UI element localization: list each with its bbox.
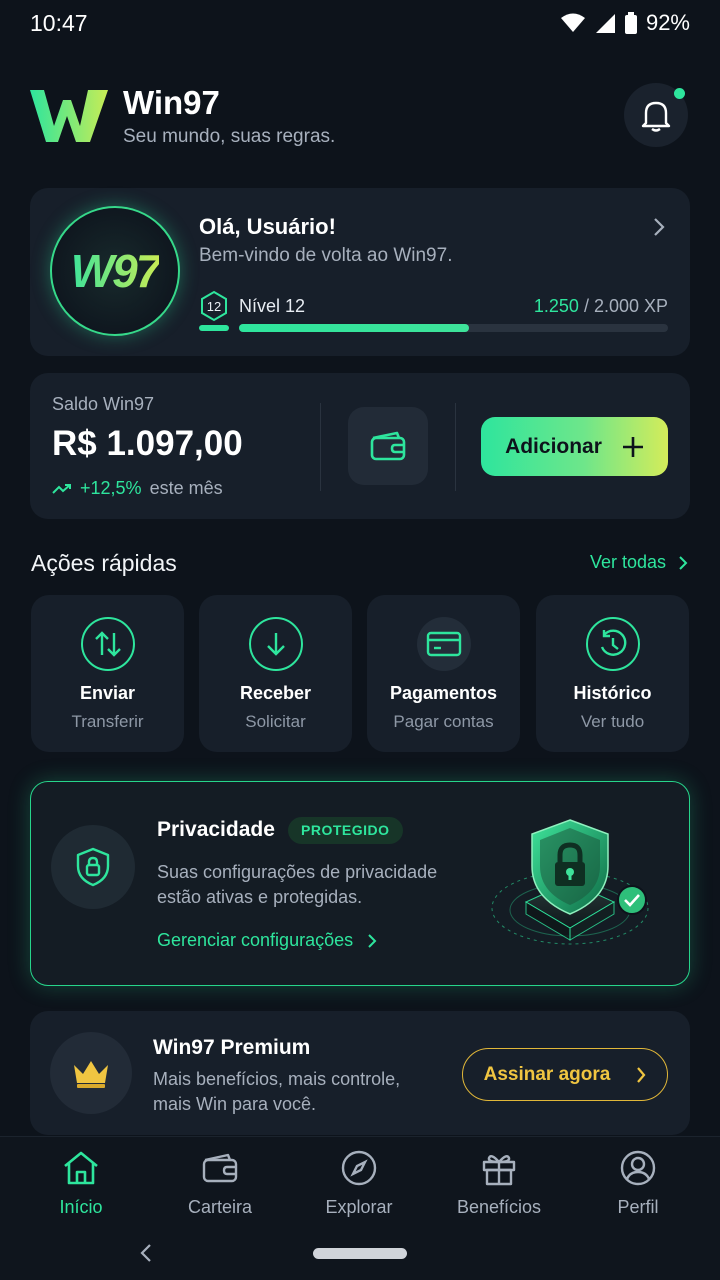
wifi-icon [560,13,585,32]
crown-icon [74,1061,108,1088]
quick-action-title: Histórico [573,683,652,703]
chevron-right-icon[interactable] [650,216,668,238]
shield-lock-icon [76,847,110,887]
avatar: W97 [50,206,180,336]
chevron-right-icon [679,555,688,570]
level-number: 12 [207,299,221,314]
quick-action-history[interactable]: Histórico Ver tudo [536,595,689,752]
nav-label: Benefícios [456,1197,542,1217]
status-time: 10:47 [30,10,88,36]
privacy-description: Suas configurações de privacidade estão … [157,862,438,907]
app-title: Win97 [123,84,220,121]
system-home-indicator[interactable] [313,1248,407,1259]
quick-action-sub: Solicitar [245,712,306,731]
signal-icon [595,14,615,33]
nav-item-wallet[interactable]: Carteira [165,1148,275,1228]
trend-suffix: este mês [149,478,223,498]
bell-icon [641,101,671,132]
subscribe-button[interactable]: Assinar agora [462,1048,668,1101]
nav-label: Explorar [325,1197,393,1217]
status-badge: PROTEGIDO [288,817,403,844]
quick-action-title: Enviar [79,683,136,703]
nav-item-benefits[interactable]: Benefícios [444,1148,554,1228]
user-icon [618,1148,658,1188]
gift-icon [479,1148,519,1188]
greeting: Olá, Usuário! [199,214,336,239]
shield-lock-illustration [491,819,649,945]
history-icon [585,617,640,671]
add-funds-button[interactable]: Adicionar [481,417,668,476]
xp-total: / 2.000 XP [583,296,668,316]
privacy-title: Privacidade [157,818,275,841]
xp-text: 1.250 / 2.000 XP [534,296,668,317]
balance-trend: +12,5% este mês [52,478,223,499]
manage-settings-link[interactable]: Gerenciar configurações [157,930,377,951]
wallet-button[interactable] [348,407,428,485]
xp-progress-fill [239,324,469,332]
level-badge-icon: 12 [201,290,227,322]
quick-action-sub: Ver tudo [580,712,645,731]
nav-label: Carteira [187,1197,253,1217]
quick-action-title: Pagamentos [389,683,498,703]
trend-up-icon [52,483,71,494]
nav-label: Perfil [617,1197,659,1217]
quick-action-sub: Transferir [71,712,144,731]
quick-action-sub: Pagar contas [393,712,494,731]
nav-item-explore[interactable]: Explorar [304,1148,414,1228]
battery-level: 92% [645,10,690,35]
level-label: Nível 12 [239,296,306,316]
level-badge-bar [199,325,229,331]
add-funds-label: Adicionar [505,434,602,458]
see-all-label: Ver todas [589,552,666,572]
chevron-right-icon [637,1066,646,1083]
premium-crown [50,1032,132,1114]
download-icon [248,617,303,671]
quick-action-send[interactable]: Enviar Transferir [31,595,184,752]
home-icon [61,1148,101,1188]
battery-icon [624,12,637,34]
plus-icon [622,436,643,457]
transfer-icon [80,617,135,671]
premium-title: Win97 Premium [153,1036,311,1059]
quick-action-payments[interactable]: Pagamentos Pagar contas [367,595,520,752]
premium-description: Mais benefícios, mais controle, mais Win… [153,1069,401,1114]
notification-dot [674,88,685,99]
nav-label: Início [59,1197,103,1217]
app-subtitle: Seu mundo, suas regras. [123,126,336,147]
chevron-right-icon [368,933,377,948]
nav-item-home[interactable]: Início [26,1148,136,1228]
manage-settings-label: Gerenciar configurações [157,930,354,950]
subscribe-label: Assinar agora [483,1063,611,1085]
welcome-text: Bem-vindo de volta ao Win97. [199,245,453,266]
privacy-shield [51,825,135,909]
quick-actions-title: Ações rápidas [31,550,177,576]
card-icon [416,617,471,671]
divider [455,403,456,491]
wallet-icon [200,1148,240,1188]
nav-item-profile[interactable]: Perfil [583,1148,693,1228]
balance-label: Saldo Win97 [52,394,155,414]
xp-progress-bar [239,324,668,332]
app-logo [30,90,108,142]
quick-action-receive[interactable]: Receber Solicitar [199,595,352,752]
wallet-icon [370,431,406,461]
status-icons: 92% [560,10,690,36]
balance-value: R$ 1.097,00 [52,424,243,463]
compass-icon [339,1148,379,1188]
xp-current: 1.250 [533,296,579,316]
avatar-text: W97 [70,245,162,297]
quick-action-title: Receber [239,683,312,703]
divider [320,403,321,491]
see-all-link[interactable]: Ver todas [590,552,688,573]
system-back-icon[interactable] [138,1242,154,1264]
trend-percent: +12,5% [80,478,142,498]
